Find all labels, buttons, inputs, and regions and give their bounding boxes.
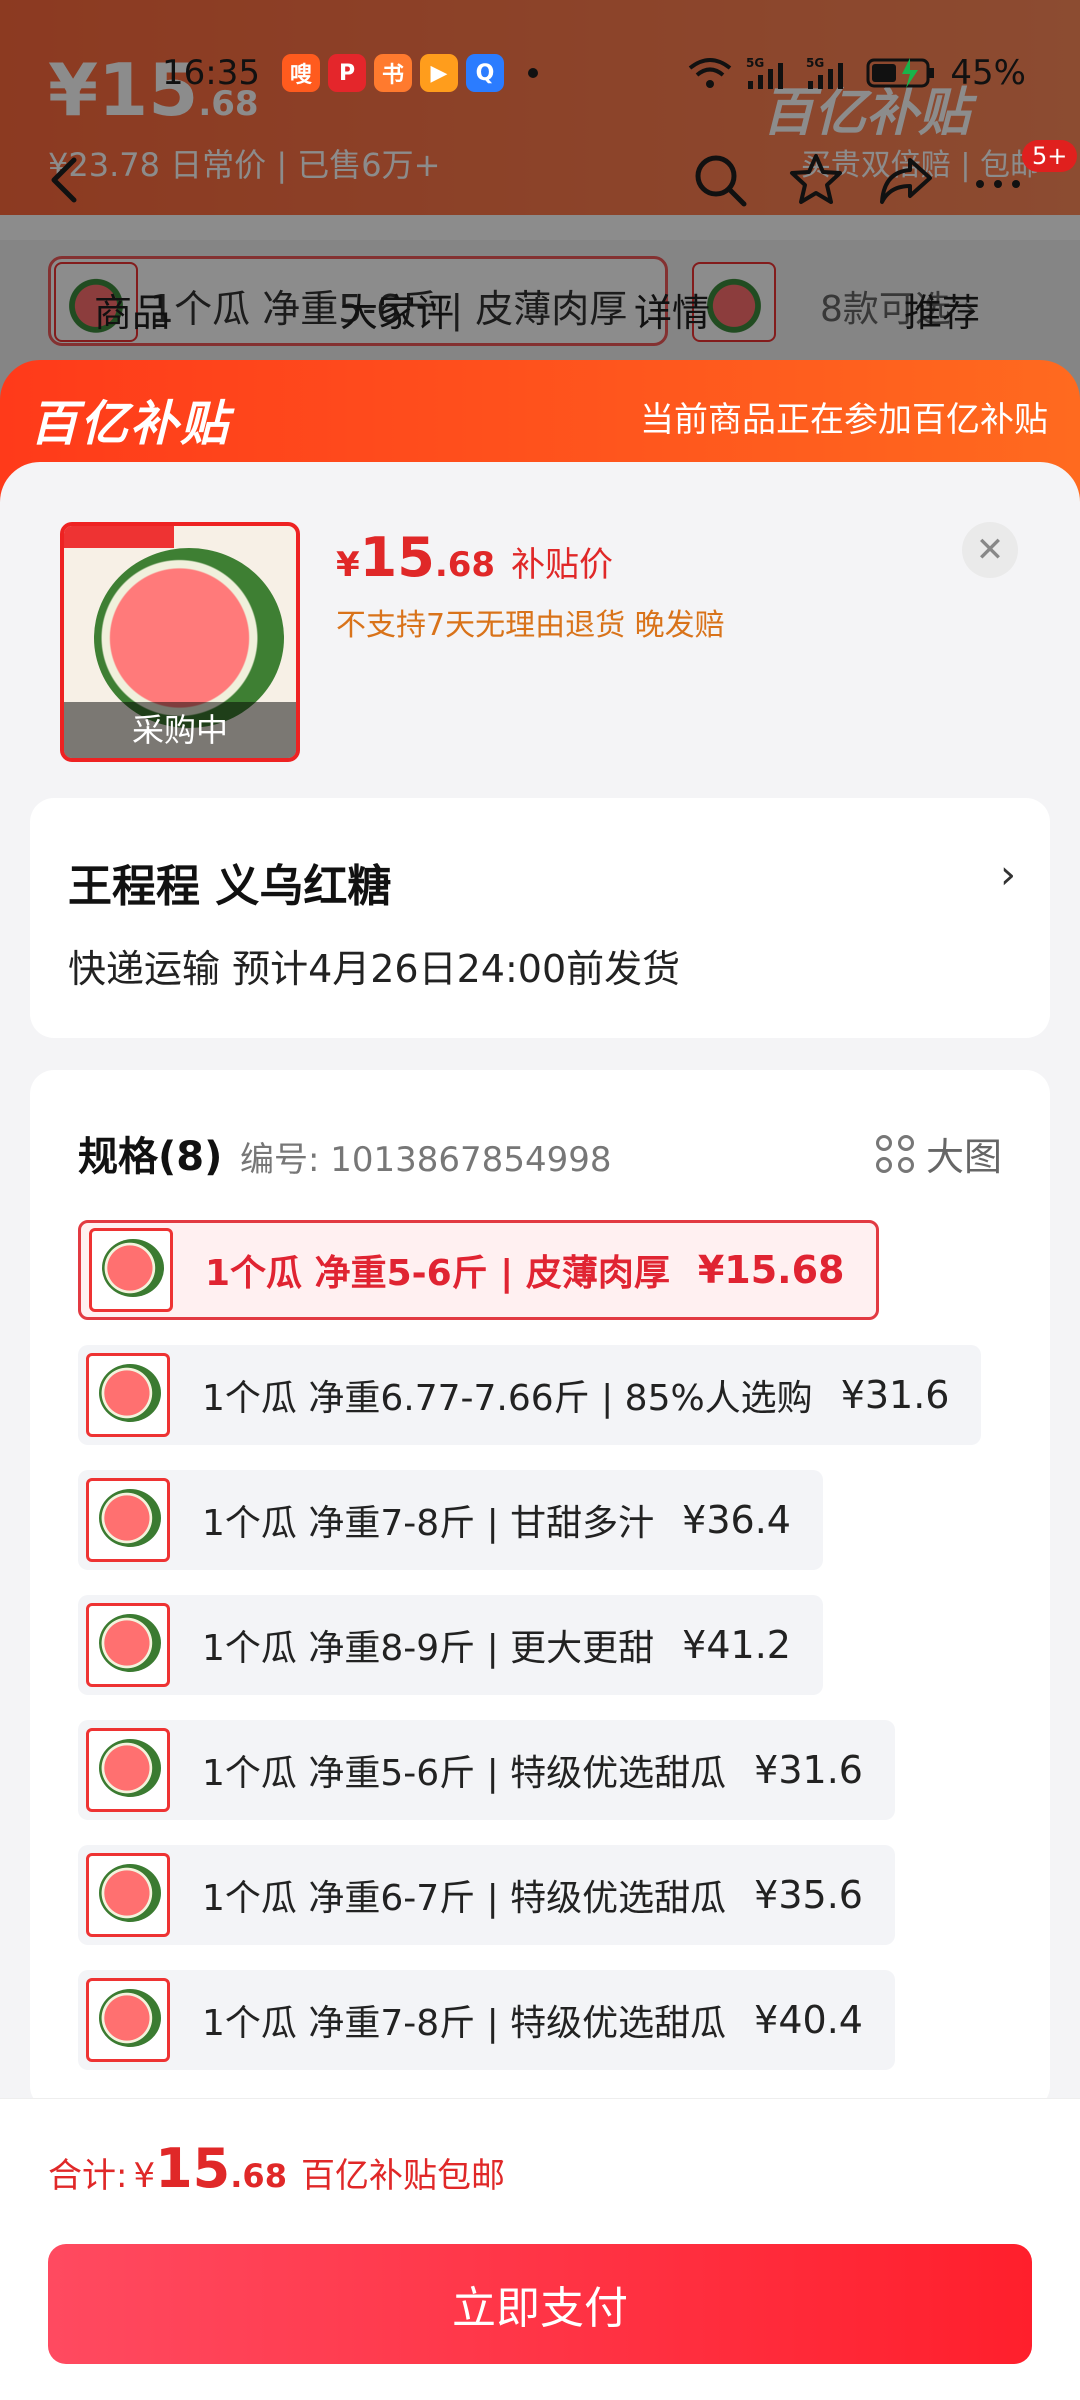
sku-price: ¥31.6 — [754, 1748, 863, 1792]
recipient-name: 王程程 义乌红糖 — [68, 861, 392, 912]
spec-code: 编号: 1013867854998 — [240, 1140, 612, 1180]
large-image-label: 大图 — [925, 1135, 1002, 1179]
sku-label: 1个瓜 净重6.77-7.66斤 | 85%人选购 — [202, 1378, 813, 1419]
watermelon-thumbnail — [86, 1853, 170, 1937]
sku-option[interactable]: 1个瓜 净重7-8斤 | 特级优选甜瓜 ¥40.4 — [78, 1970, 895, 2070]
shipping-estimate: 快递运输 预计4月26日24:00前发货 — [68, 947, 681, 991]
subsidy-note: 当前商品正在参加百亿补贴 — [640, 400, 1048, 440]
total-note: 百亿补贴包邮 — [300, 2156, 505, 2196]
battery-percent: 45% — [950, 53, 1026, 93]
return-policy: 不支持7天无理由退货 晚发赔 — [336, 608, 725, 643]
total-integer: 15 — [155, 2137, 231, 2200]
watermelon-image — [94, 548, 284, 728]
sku-option[interactable]: 1个瓜 净重5-6斤 | 特级优选甜瓜 ¥31.6 — [78, 1720, 895, 1820]
app-search-icon: Q — [466, 54, 504, 92]
battery-icon — [866, 58, 935, 88]
total-bar: 合计: ¥ 15 .68 百亿补贴包邮 — [0, 2098, 1080, 2230]
price-decimal: .68 — [434, 545, 496, 585]
sku-label: 1个瓜 净重7-8斤 | 甘甜多汁 — [202, 1503, 655, 1544]
watermelon-thumbnail — [86, 1478, 170, 1562]
pay-now-button[interactable]: 立即支付 — [48, 2244, 1032, 2364]
purchasing-overlay: 采购中 — [64, 702, 296, 758]
watermelon-thumbnail — [86, 1728, 170, 1812]
sku-option[interactable]: 1个瓜 净重6-7斤 | 特级优选甜瓜 ¥35.6 — [78, 1845, 895, 1945]
address-card[interactable]: 王程程 义乌红糖 快递运输 预计4月26日24:00前发货 › — [30, 798, 1050, 1038]
price-integer: 15 — [359, 526, 435, 589]
sku-price: ¥36.4 — [682, 1498, 791, 1542]
tab-product[interactable]: 商品 — [94, 282, 170, 337]
svg-text:5G: 5G — [806, 56, 824, 70]
tab-details[interactable]: 详情 — [634, 282, 710, 337]
sku-price: ¥31.6 — [840, 1373, 950, 1417]
spec-title: 规格(8) — [78, 1134, 223, 1180]
status-indicators: 5G 5G 45% — [688, 53, 1026, 93]
total-decimal: .68 — [230, 2157, 287, 2195]
spec-card: 规格(8) 编号: 1013867854998 大图 1个瓜 净重5-6斤 | … — [30, 1070, 1050, 2110]
chevron-right-icon: › — [1000, 852, 1016, 898]
sku-label: 1个瓜 净重6-7斤 | 特级优选甜瓜 — [202, 1878, 727, 1919]
share-icon[interactable] — [876, 150, 936, 210]
app-reader-icon: P — [328, 54, 366, 92]
large-image-toggle[interactable]: 大图 — [875, 1126, 1002, 1181]
product-image[interactable]: 采购中 — [60, 522, 300, 762]
sku-label: 1个瓜 净重5-6斤 | 皮薄肉厚 — [205, 1253, 670, 1294]
search-icon[interactable] — [690, 150, 750, 210]
svg-text:5G: 5G — [746, 56, 764, 70]
subsidy-price: ¥ 15 .68 补贴价 — [336, 526, 613, 589]
status-bar: 16:35 嗖 P 书 ▶ Q 5G 5G 45% — [0, 38, 1080, 108]
status-time: 16:35 — [162, 53, 260, 93]
sku-price: ¥15.68 — [697, 1248, 845, 1292]
tab-recommend[interactable]: 推荐 — [904, 282, 980, 337]
sku-label: 1个瓜 净重8-9斤 | 更大更甜 — [202, 1628, 655, 1669]
sku-price: ¥35.6 — [754, 1873, 863, 1917]
watermelon-thumbnail — [89, 1228, 173, 1312]
price-label: 补贴价 — [511, 545, 614, 585]
close-button[interactable]: ✕ — [962, 522, 1018, 578]
app-video-icon: ▶ — [420, 54, 458, 92]
notification-badge: 5+ — [1022, 140, 1078, 172]
favorite-star-icon[interactable] — [786, 150, 846, 210]
watermelon-thumbnail — [86, 1978, 170, 2062]
close-icon: ✕ — [975, 530, 1005, 570]
notification-dot-icon — [528, 68, 538, 78]
subsidy-logo: 百亿补贴 — [30, 396, 231, 452]
sku-option[interactable]: 1个瓜 净重5-6斤 | 皮薄肉厚 ¥15.68 — [78, 1220, 880, 1320]
signal-5g-icon: 5G — [746, 56, 784, 89]
more-dots-icon[interactable] — [970, 150, 1030, 210]
sku-label: 1个瓜 净重7-8斤 | 特级优选甜瓜 — [202, 2003, 727, 2044]
sku-price: ¥41.2 — [682, 1623, 791, 1667]
watermelon-thumbnail — [86, 1603, 170, 1687]
status-app-icons: 嗖 P 书 ▶ Q — [282, 54, 538, 92]
sku-option[interactable]: 1个瓜 净重6.77-7.66斤 | 85%人选购 ¥31.6 — [78, 1345, 982, 1445]
total-label: 合计: — [48, 2156, 128, 2196]
signal-5g-icon: 5G — [806, 56, 844, 89]
sku-option[interactable]: 1个瓜 净重8-9斤 | 更大更甜 ¥41.2 — [78, 1595, 823, 1695]
sku-label: 1个瓜 净重5-6斤 | 特级优选甜瓜 — [202, 1753, 727, 1794]
grid-icon — [875, 1134, 914, 1173]
sku-price: ¥40.4 — [754, 1998, 863, 2042]
tab-reviews[interactable]: 大家评 — [340, 282, 454, 337]
total-currency: ¥ — [133, 2156, 156, 2196]
brand-tag — [64, 526, 174, 548]
wifi-icon — [689, 58, 732, 88]
app-red-icon: 嗖 — [282, 54, 320, 92]
sku-option[interactable]: 1个瓜 净重7-8斤 | 甘甜多汁 ¥36.4 — [78, 1470, 823, 1570]
price-currency: ¥ — [336, 545, 360, 585]
total-price: 合计: ¥ 15 .68 百亿补贴包邮 — [48, 2137, 505, 2200]
app-book-icon: 书 — [374, 54, 412, 92]
back-arrow-icon[interactable] — [36, 150, 96, 210]
watermelon-thumbnail — [86, 1353, 170, 1437]
